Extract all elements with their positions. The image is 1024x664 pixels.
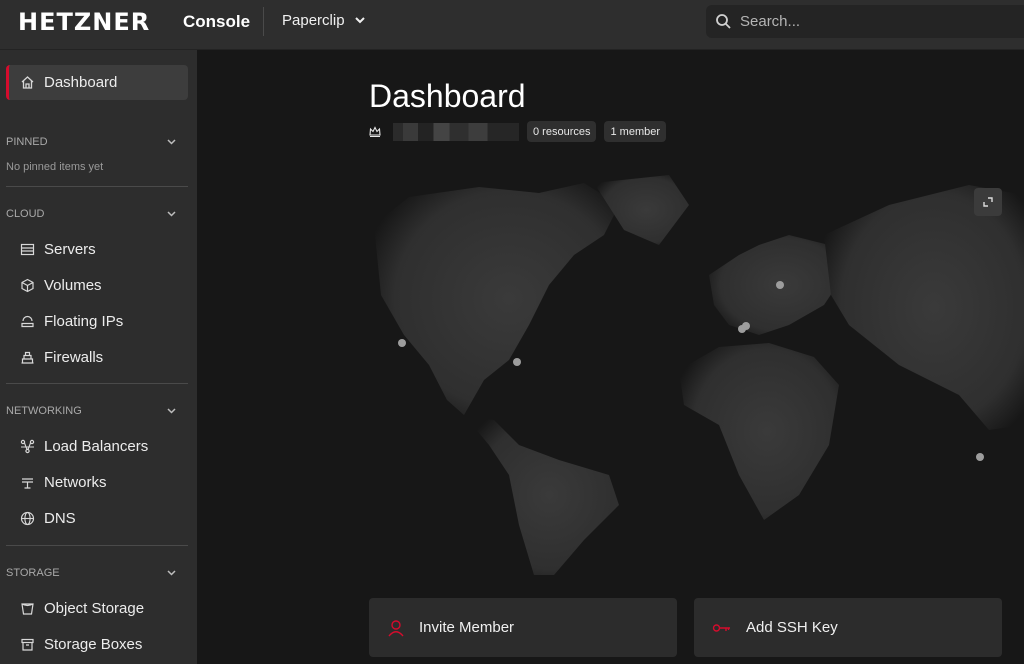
chevron-down-icon bbox=[354, 17, 365, 24]
invite-member-button[interactable]: Invite Member bbox=[369, 598, 677, 657]
sidebar-item-firewalls[interactable]: Firewalls bbox=[6, 340, 188, 375]
chevron-down-icon bbox=[167, 408, 176, 414]
divider bbox=[6, 186, 188, 187]
location-dot bbox=[398, 339, 406, 347]
divider bbox=[6, 545, 188, 546]
sidebar-item-label: Dashboard bbox=[44, 74, 118, 91]
globe-icon bbox=[20, 511, 35, 526]
continent-asia bbox=[824, 185, 1024, 430]
continent-africa bbox=[679, 343, 839, 520]
sidebar-item-dns[interactable]: DNS bbox=[6, 501, 188, 536]
sidebar-item-label: Volumes bbox=[44, 277, 102, 294]
continent-south-america bbox=[464, 415, 619, 575]
hetzner-logo[interactable]: HETZNER bbox=[18, 8, 150, 36]
section-title: NETWORKING bbox=[6, 405, 82, 417]
chevron-down-icon bbox=[167, 570, 176, 576]
key-icon bbox=[712, 623, 730, 632]
network-icon bbox=[22, 478, 33, 489]
storage-box-icon bbox=[21, 638, 34, 651]
project-selector[interactable]: Paperclip bbox=[282, 12, 365, 29]
sidebar-item-networks[interactable]: Networks bbox=[6, 465, 188, 500]
crown-icon bbox=[369, 126, 381, 137]
chevron-down-icon bbox=[167, 139, 176, 145]
sidebar-item-servers[interactable]: Servers bbox=[6, 232, 188, 267]
members-badge: 1 member bbox=[604, 121, 667, 142]
project-name: Paperclip bbox=[282, 12, 345, 29]
add-ssh-key-label: Add SSH Key bbox=[746, 619, 838, 636]
sidebar-item-dashboard[interactable]: Dashboard bbox=[6, 65, 188, 100]
location-dot bbox=[513, 358, 521, 366]
load-balancer-icon bbox=[20, 439, 35, 454]
add-ssh-key-button[interactable]: Add SSH Key bbox=[694, 598, 1002, 657]
sidebar-item-label: Servers bbox=[44, 241, 96, 258]
header-divider bbox=[263, 7, 264, 36]
sidebar-item-label: DNS bbox=[44, 510, 76, 527]
section-pinned[interactable]: PINNED bbox=[6, 132, 188, 152]
location-dot bbox=[976, 453, 984, 461]
home-icon bbox=[21, 76, 34, 89]
section-networking[interactable]: NETWORKING bbox=[6, 401, 188, 421]
search-input[interactable] bbox=[740, 5, 1020, 38]
resources-badge: 0 resources bbox=[527, 121, 597, 142]
sidebar-item-label: Object Storage bbox=[44, 600, 145, 617]
search-box[interactable] bbox=[706, 5, 1024, 38]
section-title: STORAGE bbox=[6, 567, 60, 579]
expand-icon bbox=[983, 197, 993, 207]
bucket-icon bbox=[21, 603, 34, 615]
location-dot bbox=[742, 322, 750, 330]
top-bar: HETZNER Console Paperclip bbox=[0, 0, 1024, 50]
section-title: PINNED bbox=[6, 136, 48, 148]
sidebar-item-label: Load Balancers bbox=[44, 438, 149, 455]
page-title: Dashboard bbox=[369, 78, 526, 114]
sidebar-item-load-balancers[interactable]: Load Balancers bbox=[6, 429, 188, 464]
redacted-owner bbox=[393, 122, 519, 141]
sidebar-item-storage-boxes[interactable]: Storage Boxes bbox=[6, 627, 188, 662]
sidebar-item-label: Networks bbox=[44, 474, 107, 491]
location-dot bbox=[776, 281, 784, 289]
floating-ip-icon bbox=[21, 315, 34, 328]
sidebar-item-volumes[interactable]: Volumes bbox=[6, 268, 188, 303]
section-cloud[interactable]: CLOUD bbox=[6, 204, 188, 224]
sidebar-item-label: Storage Boxes bbox=[44, 636, 143, 653]
sidebar-item-label: Floating IPs bbox=[44, 313, 124, 330]
sidebar: Dashboard PINNED No pinned items yet CLO… bbox=[0, 50, 197, 664]
section-title: CLOUD bbox=[6, 208, 45, 220]
cube-icon bbox=[21, 278, 34, 293]
pinned-empty-text: No pinned items yet bbox=[6, 161, 104, 173]
sidebar-item-floating-ips[interactable]: Floating IPs bbox=[6, 304, 188, 339]
world-map bbox=[374, 175, 1024, 575]
map-expand-button[interactable] bbox=[974, 188, 1002, 216]
search-icon bbox=[716, 14, 731, 29]
project-meta: 0 resources 1 member bbox=[369, 121, 667, 142]
main-content: Dashboard 0 resources 1 member Invite Me… bbox=[197, 50, 1024, 664]
invite-member-label: Invite Member bbox=[419, 619, 515, 636]
firewall-icon bbox=[21, 351, 34, 364]
divider bbox=[6, 383, 188, 384]
sidebar-item-label: Firewalls bbox=[44, 349, 104, 366]
server-icon bbox=[20, 243, 35, 256]
continent-north-america bbox=[374, 183, 619, 415]
console-label: Console bbox=[183, 12, 251, 31]
section-storage[interactable]: STORAGE bbox=[6, 563, 188, 583]
sidebar-item-object-storage[interactable]: Object Storage bbox=[6, 591, 188, 626]
chevron-down-icon bbox=[167, 211, 176, 217]
user-icon bbox=[388, 619, 404, 636]
